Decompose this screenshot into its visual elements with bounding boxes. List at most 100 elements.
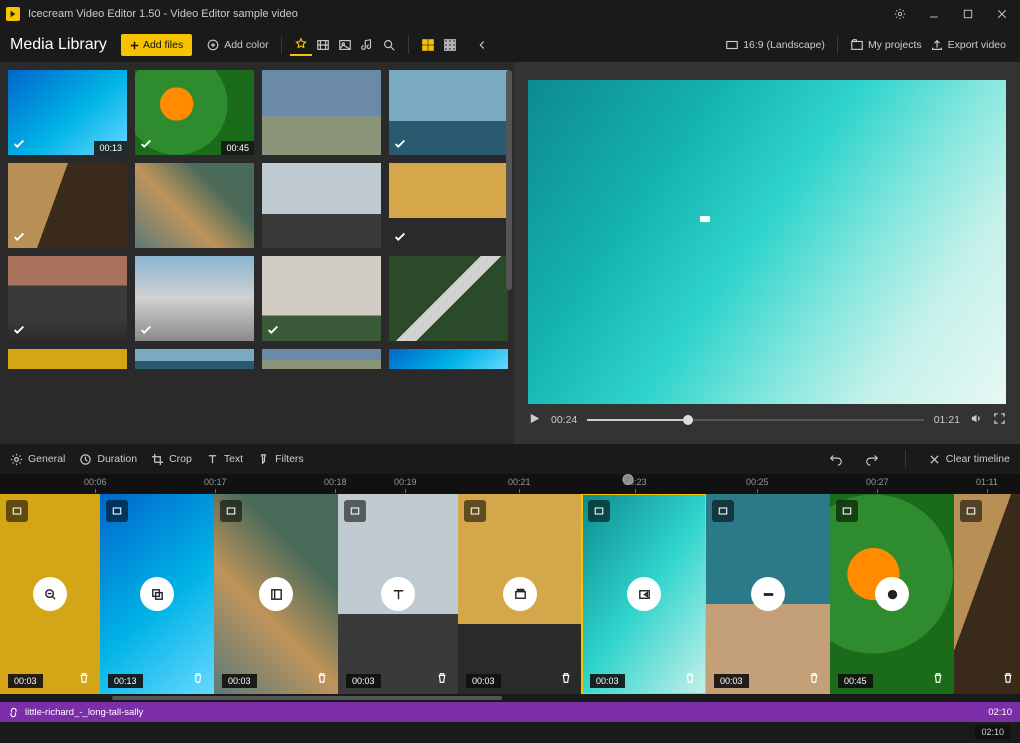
close-icon[interactable]	[990, 4, 1014, 24]
settings-icon[interactable]	[888, 4, 912, 24]
minimize-icon[interactable]	[922, 4, 946, 24]
library-thumb[interactable]	[262, 163, 381, 248]
maximize-icon[interactable]	[956, 4, 980, 24]
library-thumb[interactable]	[8, 349, 127, 369]
delete-icon[interactable]	[188, 668, 208, 688]
delete-icon[interactable]	[556, 668, 576, 688]
clip-action-solid[interactable]	[875, 577, 909, 611]
clip-transition-icon[interactable]	[344, 500, 366, 522]
add-files-button[interactable]: Add files	[121, 34, 192, 56]
library-thumb[interactable]	[389, 163, 508, 248]
library-thumb[interactable]	[262, 70, 381, 155]
undo-icon[interactable]	[825, 448, 847, 470]
search-icon[interactable]	[378, 34, 400, 56]
bottom-time: 02:10	[975, 725, 1010, 739]
ruler-tick: 00:06	[84, 477, 107, 487]
library-thumb[interactable]	[135, 256, 254, 341]
clip-transition-icon[interactable]	[220, 500, 242, 522]
general-button[interactable]: General	[10, 453, 65, 466]
library-scrollbar[interactable]	[506, 70, 512, 290]
timeline-clip[interactable]	[954, 494, 1020, 694]
library-thumb[interactable]	[262, 349, 381, 369]
play-icon[interactable]	[528, 412, 541, 428]
ruler-tick: 00:27	[866, 477, 889, 487]
timeline-clip[interactable]: 00:03	[458, 494, 582, 694]
my-projects-button[interactable]: My projects	[846, 35, 926, 55]
volume-icon[interactable]	[970, 412, 983, 428]
duration-button[interactable]: Duration	[79, 453, 137, 466]
timeline-clip[interactable]: 00:03	[338, 494, 458, 694]
fullscreen-icon[interactable]	[993, 412, 1006, 428]
delete-icon[interactable]	[928, 668, 948, 688]
timeline-clip[interactable]: 00:13	[100, 494, 214, 694]
library-thumb[interactable]	[8, 163, 127, 248]
clip-transition-icon[interactable]	[960, 500, 982, 522]
grid-large-icon[interactable]	[417, 34, 439, 56]
timeline[interactable]: 00:0300:1300:0300:0300:0300:0300:0300:45	[0, 494, 1020, 694]
timeline-clip[interactable]: 00:45	[830, 494, 954, 694]
clear-timeline-label: Clear timeline	[946, 453, 1010, 465]
delete-icon[interactable]	[432, 668, 452, 688]
filter-audio-icon[interactable]	[356, 34, 378, 56]
filters-button[interactable]: Filters	[257, 453, 304, 466]
audio-track[interactable]: little-richard_-_long-tall-sally 02:10	[0, 702, 1020, 722]
timeline-ruler[interactable]: 00:0600:1700:1800:1900:2100:2300:2500:27…	[0, 474, 1020, 494]
timeline-scrollbar[interactable]	[0, 694, 1020, 702]
clip-action-frame[interactable]	[627, 577, 661, 611]
clip-duration: 00:03	[346, 674, 381, 688]
library-thumb[interactable]	[389, 349, 508, 369]
delete-icon[interactable]	[998, 668, 1018, 688]
library-thumb[interactable]	[389, 256, 508, 341]
filter-all-icon[interactable]	[290, 34, 312, 56]
library-thumb[interactable]	[135, 349, 254, 369]
library-thumb[interactable]: 00:13	[8, 70, 127, 155]
filter-video-icon[interactable]	[312, 34, 334, 56]
redo-icon[interactable]	[861, 448, 883, 470]
progress-bar[interactable]	[587, 419, 923, 421]
text-label: Text	[224, 453, 243, 465]
add-color-button[interactable]: Add color	[202, 35, 272, 55]
timeline-clip[interactable]: 00:03	[706, 494, 830, 694]
timeline-clip[interactable]: 00:03	[0, 494, 100, 694]
filter-image-icon[interactable]	[334, 34, 356, 56]
clip-transition-icon[interactable]	[588, 500, 610, 522]
clip-transition-icon[interactable]	[712, 500, 734, 522]
delete-icon[interactable]	[680, 668, 700, 688]
delete-icon[interactable]	[312, 668, 332, 688]
library-thumb[interactable]	[135, 163, 254, 248]
aspect-button[interactable]: 16:9 (Landscape)	[721, 35, 829, 55]
timeline-clip[interactable]: 00:03	[582, 494, 706, 694]
clip-transition-icon[interactable]	[6, 500, 28, 522]
timeline-clip[interactable]: 00:03	[214, 494, 338, 694]
text-button[interactable]: Text	[206, 453, 243, 466]
export-label: Export video	[948, 39, 1006, 51]
clip-transition-icon[interactable]	[836, 500, 858, 522]
library-thumb[interactable]	[389, 70, 508, 155]
check-icon	[139, 323, 153, 337]
clip-action-title[interactable]	[381, 577, 415, 611]
clip-transition-icon[interactable]	[106, 500, 128, 522]
grid-small-icon[interactable]	[439, 34, 461, 56]
crop-button[interactable]: Crop	[151, 453, 192, 466]
library-thumb[interactable]: 00:45	[135, 70, 254, 155]
clear-timeline-button[interactable]: Clear timeline	[928, 453, 1010, 466]
ruler-tick: 00:19	[394, 477, 417, 487]
current-time: 00:24	[551, 414, 577, 426]
clip-action-minus[interactable]	[751, 577, 785, 611]
export-button[interactable]: Export video	[926, 35, 1010, 55]
clip-action-cut[interactable]	[259, 577, 293, 611]
delete-icon[interactable]	[74, 668, 94, 688]
clip-duration: 00:45	[838, 674, 873, 688]
clip-transition-icon[interactable]	[464, 500, 486, 522]
collapse-icon[interactable]	[471, 34, 493, 56]
my-projects-label: My projects	[868, 39, 922, 51]
clip-duration: 00:13	[108, 674, 143, 688]
clip-action-zoom[interactable]	[33, 577, 67, 611]
clip-action-anim[interactable]	[503, 577, 537, 611]
delete-icon[interactable]	[804, 668, 824, 688]
preview-image	[528, 80, 1006, 404]
library-thumb[interactable]	[262, 256, 381, 341]
library-thumb[interactable]	[8, 256, 127, 341]
clip-action-copy[interactable]	[140, 577, 174, 611]
add-files-label: Add files	[143, 39, 183, 51]
